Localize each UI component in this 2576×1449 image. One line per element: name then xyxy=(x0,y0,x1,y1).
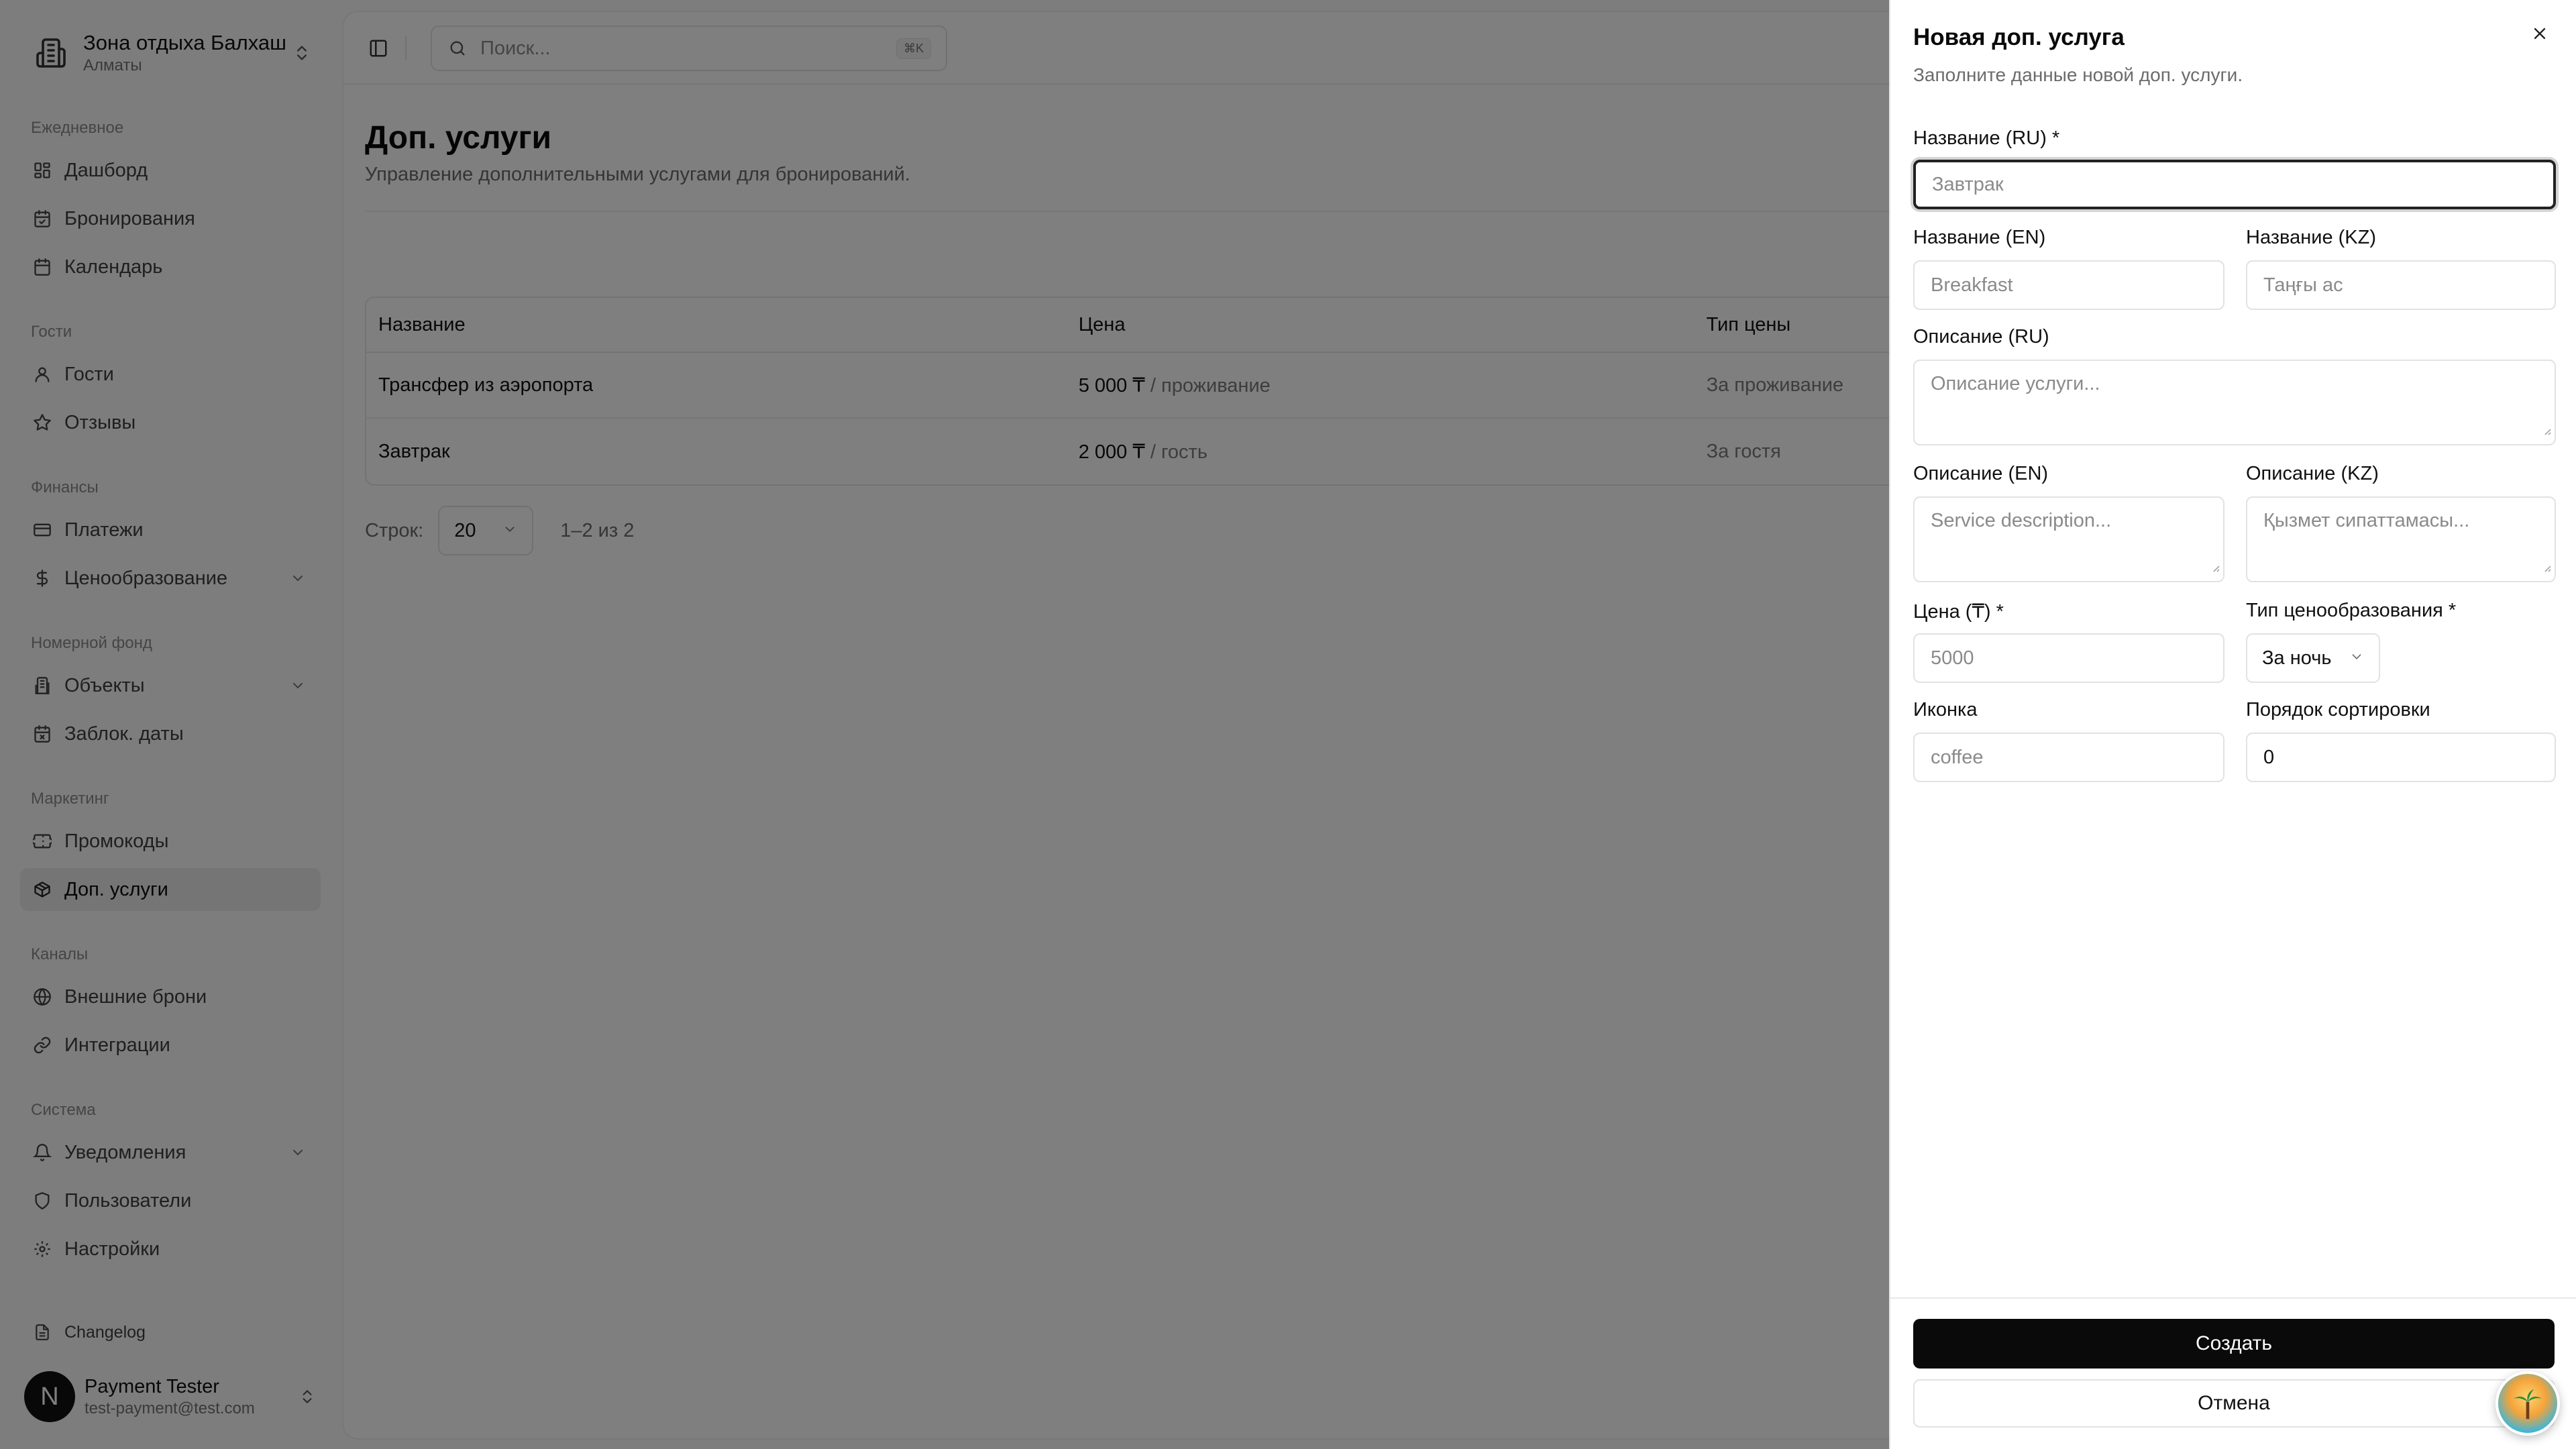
cancel-button[interactable]: Отмена xyxy=(1913,1379,2555,1428)
palm-tree-icon xyxy=(2514,1389,2542,1419)
desc-kz-label: Описание (KZ) xyxy=(2246,463,2379,484)
price-input[interactable]: 5000 xyxy=(1913,633,2224,683)
pricing-type-label: Тип ценообразования * xyxy=(2246,600,2457,621)
icon-label: Иконка xyxy=(1913,699,1978,720)
pricing-type-value: За ночь xyxy=(2262,647,2332,669)
divider xyxy=(1890,1297,2576,1299)
sheet-description: Заполните данные новой доп. услуги. xyxy=(1913,64,2243,85)
resize-handle-icon[interactable] xyxy=(2541,556,2552,578)
desc-kz-placeholder: Қызмет сипаттамасы... xyxy=(2263,510,2470,531)
price-label: Цена (₸) * xyxy=(1913,601,2004,623)
pricing-type-select[interactable]: За ночь xyxy=(2246,633,2380,683)
name-ru-label: Название (RU) * xyxy=(1913,127,2060,149)
desc-ru-textarea[interactable]: Описание услуги... xyxy=(1913,360,2556,445)
name-en-input[interactable]: Breakfast xyxy=(1913,260,2224,310)
desc-en-placeholder: Service description... xyxy=(1931,510,2112,531)
resize-handle-icon[interactable] xyxy=(2210,556,2220,578)
new-service-sheet: Новая доп. услуга Заполните данные новой… xyxy=(1889,0,2576,1449)
close-icon[interactable] xyxy=(2526,20,2553,47)
sort-order-input[interactable]: 0 xyxy=(2246,733,2556,782)
desc-ru-placeholder: Описание услуги... xyxy=(1931,373,2100,394)
name-kz-label: Название (KZ) xyxy=(2246,227,2377,248)
create-button[interactable]: Создать xyxy=(1913,1319,2555,1368)
desc-kz-textarea[interactable]: Қызмет сипаттамасы... xyxy=(2246,496,2556,582)
sort-order-label: Порядок сортировки xyxy=(2246,699,2430,720)
desc-en-label: Описание (EN) xyxy=(1913,463,2049,484)
desc-ru-label: Описание (RU) xyxy=(1913,326,2049,347)
icon-input[interactable]: coffee xyxy=(1913,733,2224,782)
name-en-label: Название (EN) xyxy=(1913,227,2046,248)
name-kz-input[interactable]: Таңғы ас xyxy=(2246,260,2556,310)
desc-en-textarea[interactable]: Service description... xyxy=(1913,496,2224,582)
chevron-down-icon xyxy=(2349,647,2364,669)
sheet-title: Новая доп. услуга xyxy=(1913,24,2125,50)
name-ru-input[interactable]: Завтрак xyxy=(1913,160,2556,209)
resize-handle-icon[interactable] xyxy=(2541,419,2552,441)
support-chat-button[interactable] xyxy=(2496,1371,2560,1436)
